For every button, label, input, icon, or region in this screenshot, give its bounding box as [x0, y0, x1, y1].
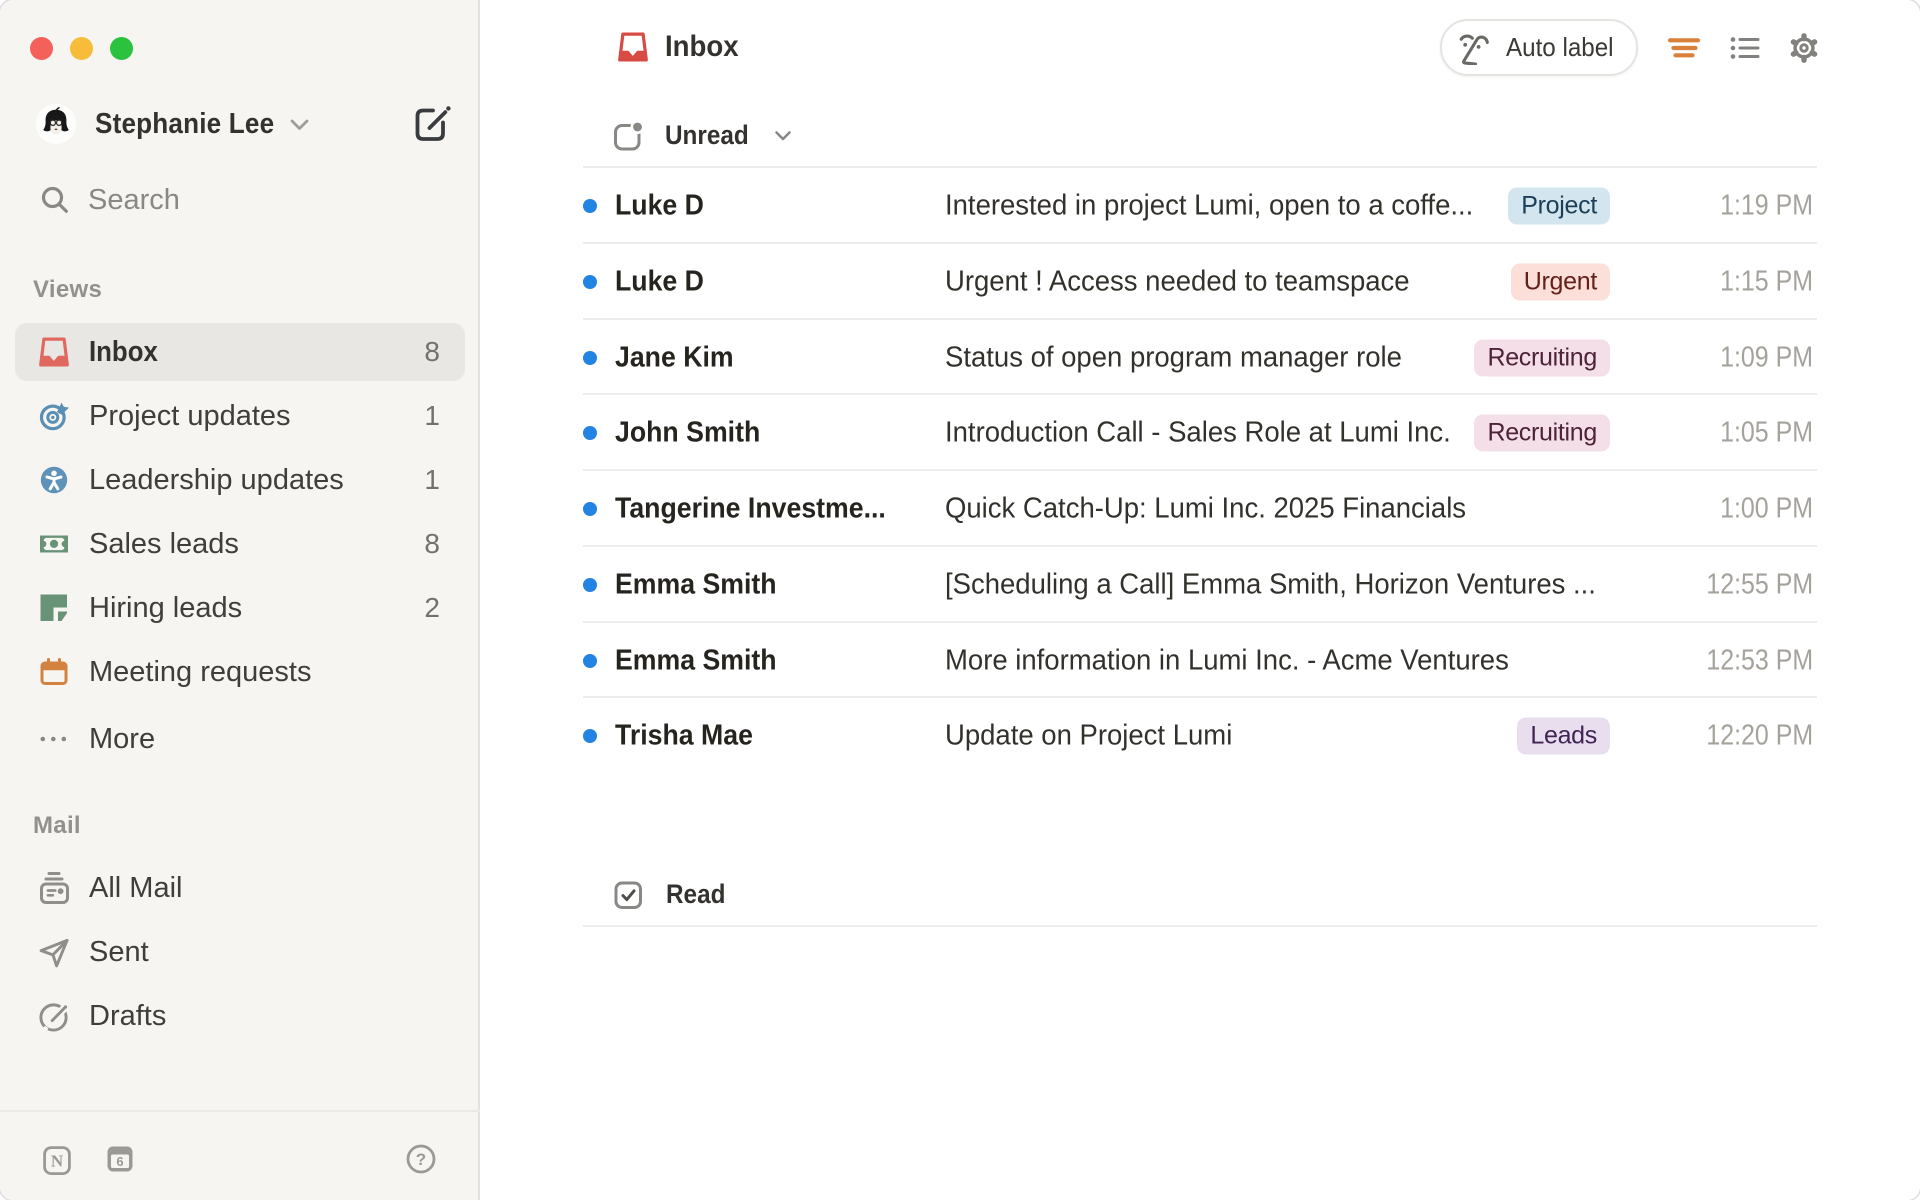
- svg-text:6: 6: [116, 1154, 123, 1169]
- svg-text:N: N: [51, 1152, 64, 1171]
- svg-text:?: ?: [416, 1150, 426, 1169]
